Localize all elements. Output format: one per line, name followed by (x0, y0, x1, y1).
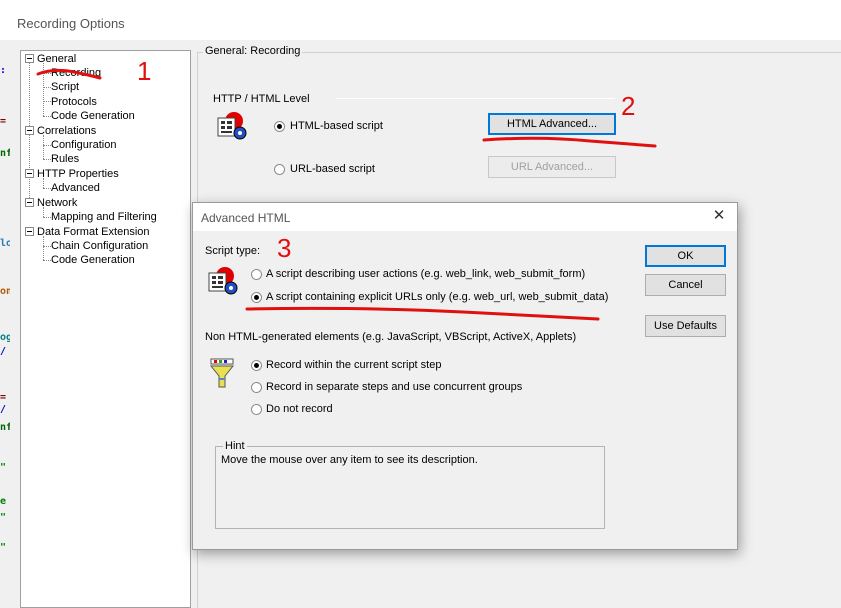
code-fragment: = (0, 116, 7, 127)
tree-expander-data-format[interactable] (25, 227, 34, 236)
dialog-title-bar: Advanced HTML ✕ (193, 203, 737, 231)
tree-connector (43, 135, 44, 159)
annotation-underline-1 (36, 68, 102, 80)
tree-connector (43, 145, 51, 146)
use-defaults-button[interactable]: Use Defaults (645, 315, 726, 337)
window-title-bar: Recording Options (0, 0, 841, 40)
tree-item-correlations[interactable]: Correlations (37, 125, 96, 137)
tree-item-advanced[interactable]: Advanced (51, 182, 100, 194)
code-fragment: nf (0, 148, 10, 159)
tree-item-mapping-filtering[interactable]: Mapping and Filtering (51, 211, 157, 223)
url-advanced-button[interactable]: URL Advanced... (488, 156, 616, 178)
script-type-label: Script type: (205, 245, 261, 257)
tree-connector (43, 188, 51, 189)
tree-item-configuration[interactable]: Configuration (51, 139, 116, 151)
level-separator (336, 98, 615, 99)
html-based-label: HTML-based script (290, 120, 383, 132)
hint-title: Hint (223, 440, 247, 452)
user-actions-label: A script describing user actions (e.g. w… (266, 268, 586, 280)
url-based-label: URL-based script (290, 163, 375, 175)
annotation-3: 3 (277, 233, 292, 263)
tree-item-chain-configuration[interactable]: Chain Configuration (51, 240, 148, 252)
tree-connector (43, 116, 51, 117)
tree-expander-correlations[interactable] (25, 126, 34, 135)
code-fragment: " (0, 512, 7, 523)
code-fragment: e (0, 496, 7, 507)
code-fragment: : (0, 65, 7, 76)
cancel-button[interactable]: Cancel (645, 274, 726, 296)
explicit-urls-label: A script containing explicit URLs only (… (266, 291, 609, 303)
tree-item-rules[interactable]: Rules (51, 153, 79, 165)
tree-item-code-generation[interactable]: Code Generation (51, 110, 135, 122)
tree-connector (43, 260, 51, 261)
tree-item-data-format-extension[interactable]: Data Format Extension (37, 226, 150, 238)
annotation-underline-2 (482, 136, 657, 148)
annotation-2: 2 (621, 91, 636, 121)
code-fragment: " (0, 462, 7, 473)
code-fragment: / (0, 404, 7, 415)
dialog-title: Advanced HTML (201, 211, 291, 225)
url-based-radio[interactable] (274, 164, 285, 175)
do-not-record-radio[interactable] (251, 404, 262, 415)
background-code-strip: : = nf lo on og / = / nf " e " " (0, 40, 10, 608)
tree-connector (43, 101, 51, 102)
advanced-html-dialog: Advanced HTML ✕ Script type: 3 A script … (192, 202, 738, 550)
filter-icon (209, 358, 235, 388)
code-fragment: / (0, 346, 7, 357)
tree-item-general[interactable]: General (37, 53, 76, 65)
tree-connector (43, 159, 51, 160)
tree-expander-network[interactable] (25, 198, 34, 207)
code-fragment: " (0, 542, 7, 553)
hint-text: Move the mouse over any item to see its … (221, 454, 478, 466)
code-fragment: og (0, 332, 10, 343)
tree-item-code-generation-2[interactable]: Code Generation (51, 254, 135, 266)
tree-item-protocols[interactable]: Protocols (51, 96, 97, 108)
code-fragment: nf (0, 422, 10, 433)
record-current-label: Record within the current script step (266, 359, 442, 371)
ok-button[interactable]: OK (645, 245, 726, 267)
annotation-1: 1 (137, 56, 152, 86)
code-fragment: = (0, 392, 7, 403)
record-separate-radio[interactable] (251, 382, 262, 393)
group-title: General: Recording (203, 45, 303, 57)
record-current-radio[interactable] (251, 360, 262, 371)
tree-item-network[interactable]: Network (37, 197, 77, 209)
non-html-label: Non HTML-generated elements (e.g. JavaSc… (205, 331, 577, 343)
tree-expander-http-properties[interactable] (25, 169, 34, 178)
do-not-record-label: Do not record (266, 403, 333, 415)
window-title: Recording Options (17, 16, 125, 31)
code-fragment: lo (0, 238, 10, 249)
explicit-urls-radio[interactable] (251, 292, 262, 303)
options-tree[interactable]: General Recording Script Protocols Code … (20, 50, 191, 608)
tree-connector (43, 217, 51, 218)
tree-connector (43, 246, 51, 247)
close-icon[interactable]: ✕ (711, 208, 727, 224)
tree-connector (43, 87, 51, 88)
code-fragment: on (0, 286, 10, 297)
http-html-level-label: HTTP / HTML Level (213, 93, 310, 105)
script-type-icon (208, 267, 238, 295)
record-separate-label: Record in separate steps and use concurr… (266, 381, 523, 393)
user-actions-radio[interactable] (251, 269, 262, 280)
tree-connector (43, 236, 44, 260)
html-based-radio[interactable] (274, 121, 285, 132)
html-script-icon (217, 112, 247, 140)
tree-expander-general[interactable] (25, 54, 34, 63)
tree-item-script[interactable]: Script (51, 81, 79, 93)
tree-item-http-properties[interactable]: HTTP Properties (37, 168, 119, 180)
annotation-underline-3 (245, 306, 600, 321)
